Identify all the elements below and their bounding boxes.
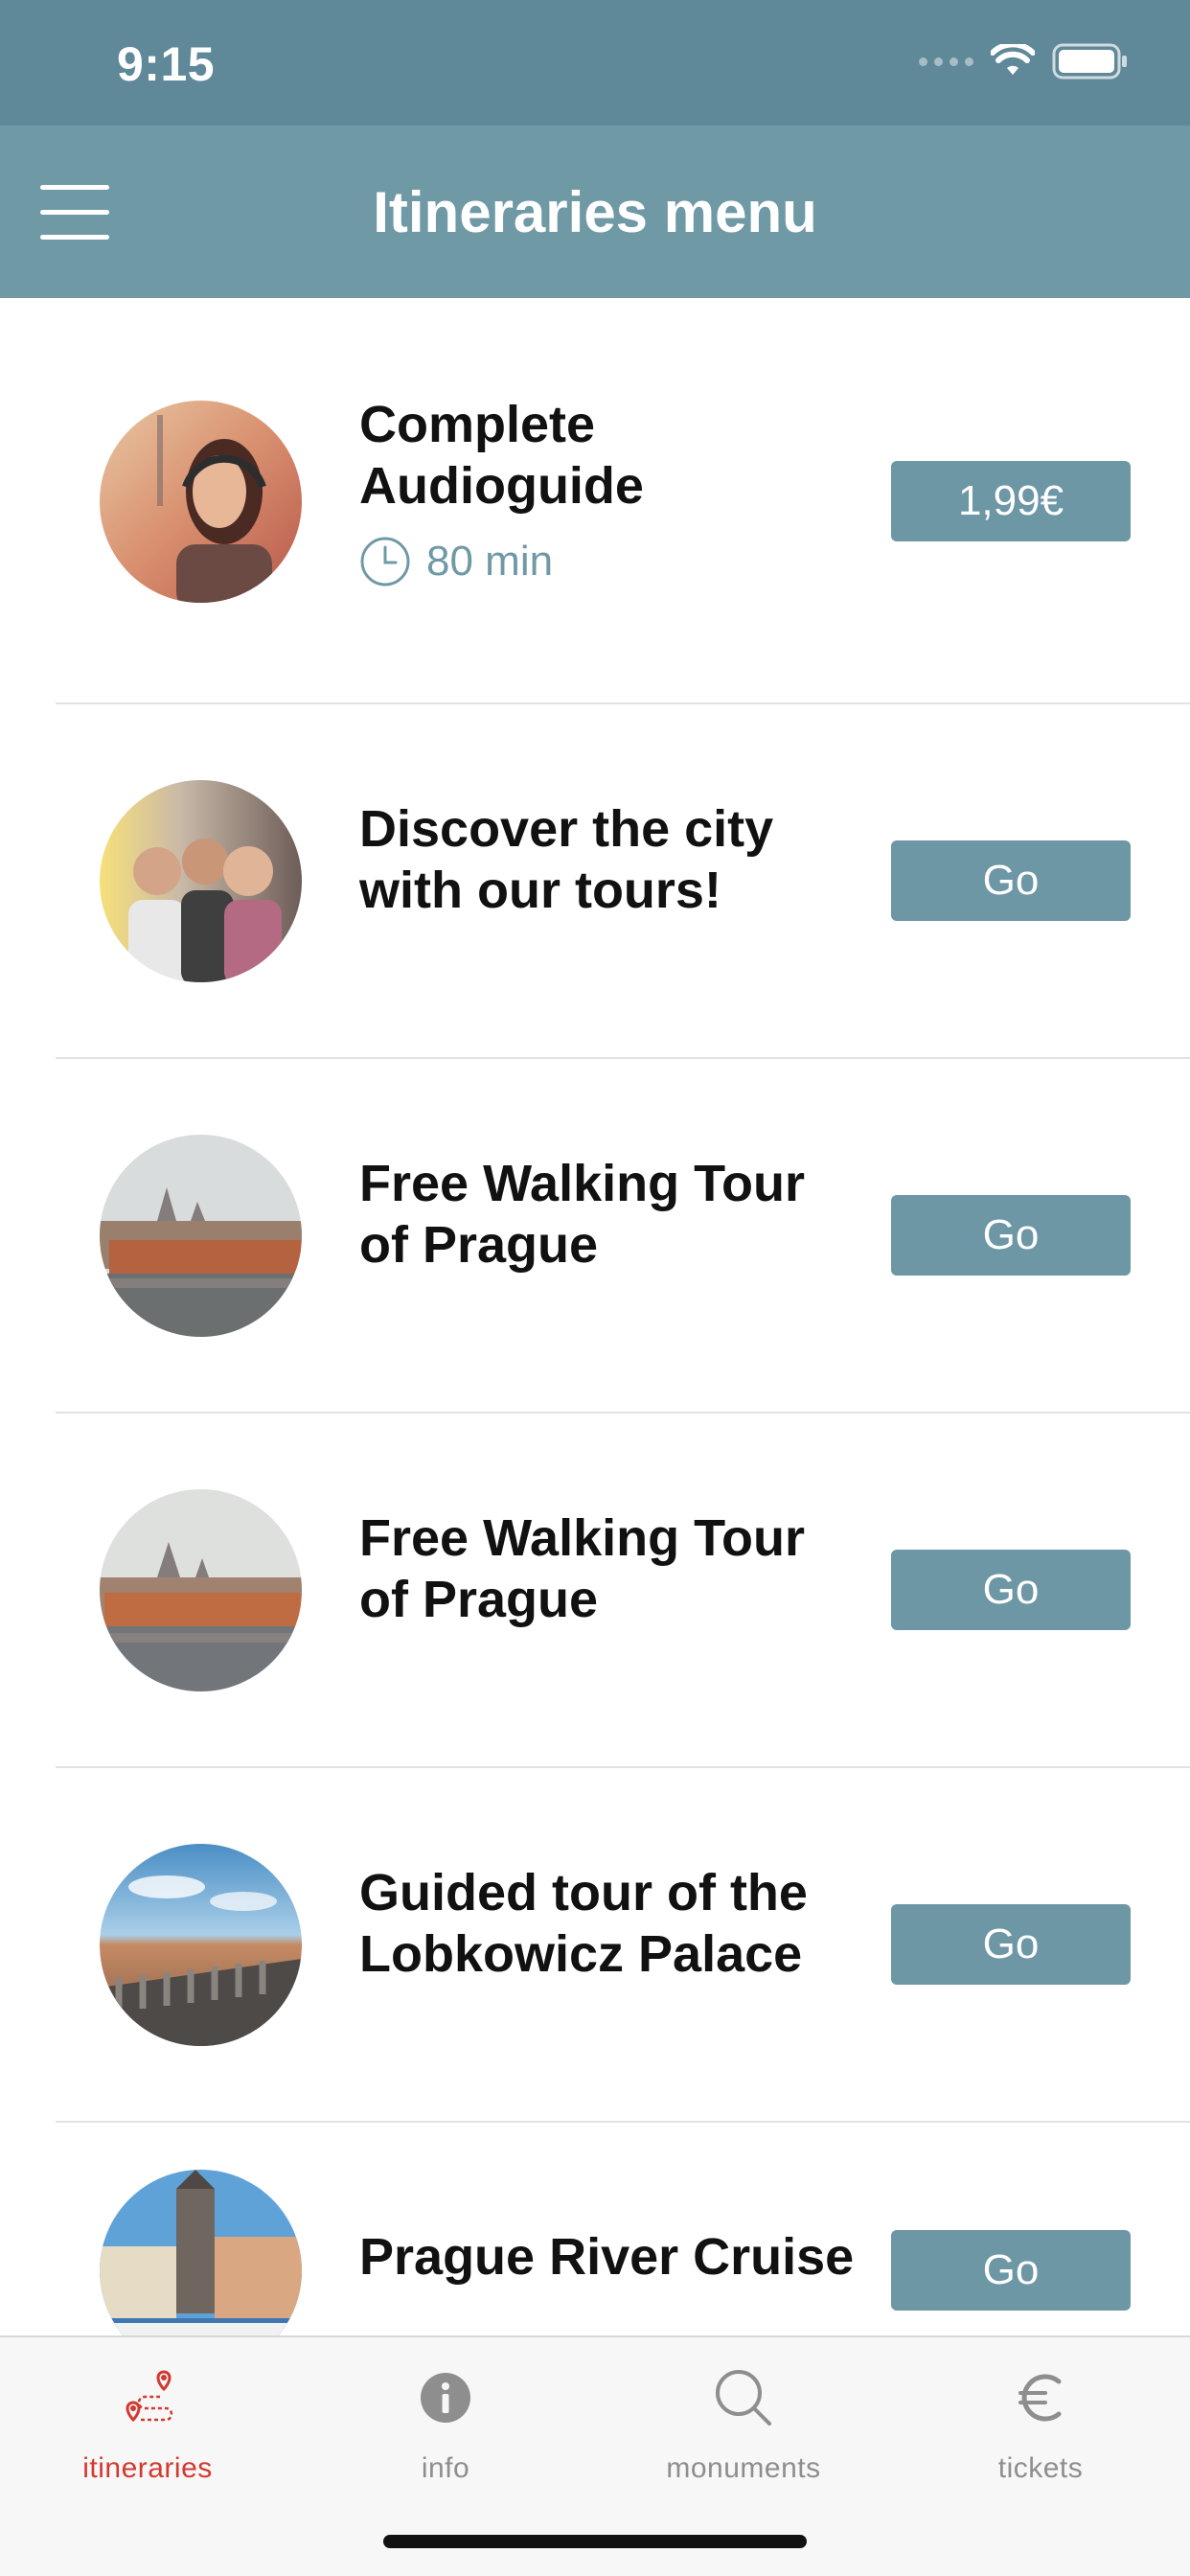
page-title: Itineraries menu (373, 180, 817, 244)
thumbnail-image (100, 401, 302, 603)
status-bar: 9:15 (0, 0, 1190, 126)
list-item-complete-audioguide[interactable]: Complete Audioguide 80 min 1,99€ (0, 298, 1190, 704)
thumbnail-image (100, 780, 302, 982)
nav-bar: Itineraries menu (0, 126, 1190, 298)
item-title: Free Walking Tour of Prague (359, 1509, 806, 1628)
search-icon (716, 2370, 771, 2426)
cellular-signal-icon (919, 57, 973, 66)
go-button[interactable]: Go (891, 840, 1131, 921)
thumbnail-image (100, 1844, 302, 2046)
tab-label: tickets (997, 2452, 1084, 2484)
item-title: Guided tour of the Lobkowicz Palace (359, 1864, 808, 1983)
wifi-icon (991, 44, 1035, 75)
duration-meta: 80 min (359, 536, 553, 587)
item-title: Discover the city with our tours! (359, 800, 774, 919)
tab-label: info (421, 2452, 470, 2484)
list-item-discover-city[interactable]: Discover the city with our tours! Go (0, 704, 1190, 1059)
tab-itineraries[interactable]: itineraries (33, 2357, 263, 2491)
home-indicator[interactable] (383, 2535, 807, 2548)
status-icons (919, 42, 1129, 80)
list-item-free-walking-tour[interactable]: Free Walking Tour of Prague Go (0, 1059, 1190, 1414)
go-button[interactable]: Go (891, 1550, 1131, 1630)
thumbnail-image (100, 1489, 302, 1691)
map-pin-route-icon (126, 2370, 173, 2423)
item-duration: 80 min (426, 538, 554, 585)
tab-monuments[interactable]: monuments (629, 2357, 858, 2491)
item-title: Prague River Cruise (359, 2228, 855, 2286)
list-item-free-walking-tour[interactable]: Free Walking Tour of Prague Go (0, 1414, 1190, 1768)
status-time: 9:15 (117, 37, 216, 91)
tab-tickets[interactable]: tickets (926, 2357, 1156, 2491)
tab-label: itineraries (82, 2452, 213, 2484)
buy-button[interactable]: 1,99€ (891, 461, 1131, 541)
item-title: Complete Audioguide (359, 396, 644, 515)
tab-label: monuments (666, 2452, 821, 2484)
go-button[interactable]: Go (891, 2230, 1131, 2311)
info-icon (421, 2373, 470, 2423)
thumbnail-image (100, 1135, 302, 1337)
item-title: Free Walking Tour of Prague (359, 1155, 806, 1274)
go-button[interactable]: Go (891, 1904, 1131, 1985)
go-button[interactable]: Go (891, 1195, 1131, 1276)
clock-icon (360, 537, 410, 586)
list-item-lobkowicz-palace[interactable]: Guided tour of the Lobkowicz Palace Go (0, 1768, 1190, 2123)
euro-icon (1018, 2374, 1062, 2422)
screen: 9:15 Itineraries menu Complete Audioguid… (0, 0, 1190, 2576)
tab-info[interactable]: info (331, 2357, 561, 2491)
battery-icon (1052, 43, 1127, 80)
